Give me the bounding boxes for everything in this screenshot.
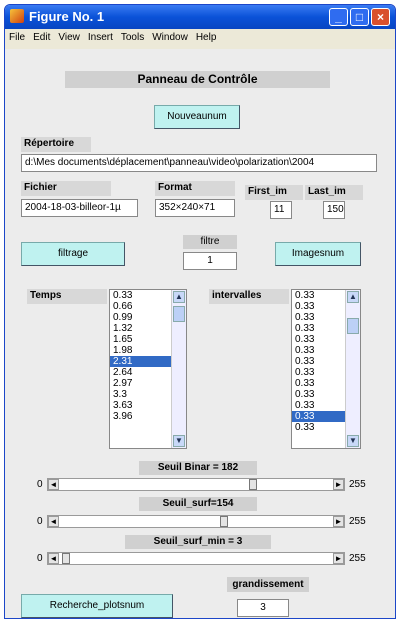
- last-im-field[interactable]: 150: [323, 201, 345, 219]
- close-button[interactable]: ×: [371, 8, 390, 26]
- grandissement-field[interactable]: 3: [237, 599, 289, 617]
- filtrage-button[interactable]: filtrage: [21, 242, 125, 266]
- scroll-down-icon[interactable]: ▼: [347, 435, 359, 447]
- slider-right-arrow-icon[interactable]: ►: [333, 479, 344, 490]
- menu-bar: File Edit View Insert Tools Window Help: [5, 29, 395, 47]
- imagesnum-button[interactable]: Imagesnum: [275, 242, 361, 266]
- maximize-button[interactable]: □: [350, 8, 369, 26]
- menu-view[interactable]: View: [54, 29, 84, 43]
- menu-window[interactable]: Window: [148, 29, 192, 43]
- seuil-surf-label: Seuil_surf=154: [139, 497, 257, 511]
- temps-label: Temps: [27, 289, 107, 304]
- filtre-label: filtre: [183, 235, 237, 249]
- first-im-field[interactable]: 11: [270, 201, 292, 219]
- filtre-field[interactable]: 1: [183, 252, 237, 270]
- nouveau-button[interactable]: Nouveaunum: [154, 105, 240, 129]
- slider-knob[interactable]: [62, 553, 71, 564]
- matlab-icon: [10, 9, 24, 23]
- window-title: Figure No. 1: [29, 9, 105, 24]
- slider-knob[interactable]: [248, 479, 257, 490]
- fichier-field[interactable]: 2004-18-03-billeor-1µ: [21, 199, 138, 217]
- seuil-surf-min-label: Seuil_surf_min = 3: [125, 535, 271, 549]
- seuil-binar-label: Seuil Binar = 182: [139, 461, 257, 475]
- slider-right-arrow-icon[interactable]: ►: [333, 553, 344, 564]
- scroll-up-icon[interactable]: ▲: [173, 291, 185, 303]
- scroll-up-icon[interactable]: ▲: [347, 291, 359, 303]
- seuil-binar-slider[interactable]: ◄ ►: [47, 478, 345, 491]
- slider-max-label: 255: [349, 516, 366, 527]
- grandissement-label: grandissement: [227, 577, 309, 592]
- menu-tools[interactable]: Tools: [117, 29, 148, 43]
- slider-min-label: 0: [37, 479, 43, 490]
- minimize-button[interactable]: _: [329, 8, 348, 26]
- seuil-surf-slider[interactable]: ◄ ►: [47, 515, 345, 528]
- scroll-down-icon[interactable]: ▼: [173, 435, 185, 447]
- panel-title: Panneau de Contrôle: [65, 71, 330, 88]
- temps-scrollbar[interactable]: ▲ ▼: [171, 290, 186, 448]
- intervalles-scrollbar[interactable]: ▲ ▼: [345, 290, 360, 448]
- seuil-surf-min-slider[interactable]: ◄ ►: [47, 552, 345, 565]
- slider-knob[interactable]: [219, 516, 228, 527]
- menu-edit[interactable]: Edit: [29, 29, 54, 43]
- intervalles-listbox[interactable]: 0.33 0.33 0.33 0.33 0.33 0.33 0.33 0.33 0.33 0.33…: [291, 289, 361, 449]
- slider-min-label: 0: [37, 553, 43, 564]
- slider-max-label: 255: [349, 479, 366, 490]
- menu-insert[interactable]: Insert: [84, 29, 117, 43]
- repertoire-field[interactable]: d:\Mes documents\déplacement\panneau\vid…: [21, 154, 377, 172]
- format-label: Format: [155, 181, 235, 196]
- format-field[interactable]: 352×240×71: [155, 199, 235, 217]
- figure-window: Figure No. 1 _ □ × File Edit View Insert Too…: [4, 4, 396, 619]
- slider-min-label: 0: [37, 516, 43, 527]
- fichier-label: Fichier: [21, 181, 111, 196]
- title-bar: Figure No. 1 _ □ ×: [5, 5, 395, 29]
- menu-help[interactable]: Help: [192, 29, 221, 43]
- temps-listbox[interactable]: 0.33 0.66 0.99 1.32 1.65 1.98 2.31 2.64 2.97 3.3 3…: [109, 289, 187, 449]
- repertoire-label: Répertoire: [21, 137, 91, 152]
- scroll-thumb[interactable]: [173, 306, 185, 322]
- control-panel: Panneau de Contrôle Nouveaunum Répertoir…: [5, 49, 395, 618]
- last-im-label: Last_im: [305, 185, 363, 200]
- intervalles-label: intervalles: [209, 289, 289, 304]
- recherche-plots-button[interactable]: Recherche_plotsnum: [21, 594, 173, 618]
- first-im-label: First_im: [245, 185, 303, 200]
- slider-max-label: 255: [349, 553, 366, 564]
- slider-left-arrow-icon[interactable]: ◄: [48, 479, 59, 490]
- slider-left-arrow-icon[interactable]: ◄: [48, 553, 59, 564]
- slider-right-arrow-icon[interactable]: ►: [333, 516, 344, 527]
- slider-left-arrow-icon[interactable]: ◄: [48, 516, 59, 527]
- menu-file[interactable]: File: [5, 29, 29, 43]
- scroll-thumb[interactable]: [347, 318, 359, 334]
